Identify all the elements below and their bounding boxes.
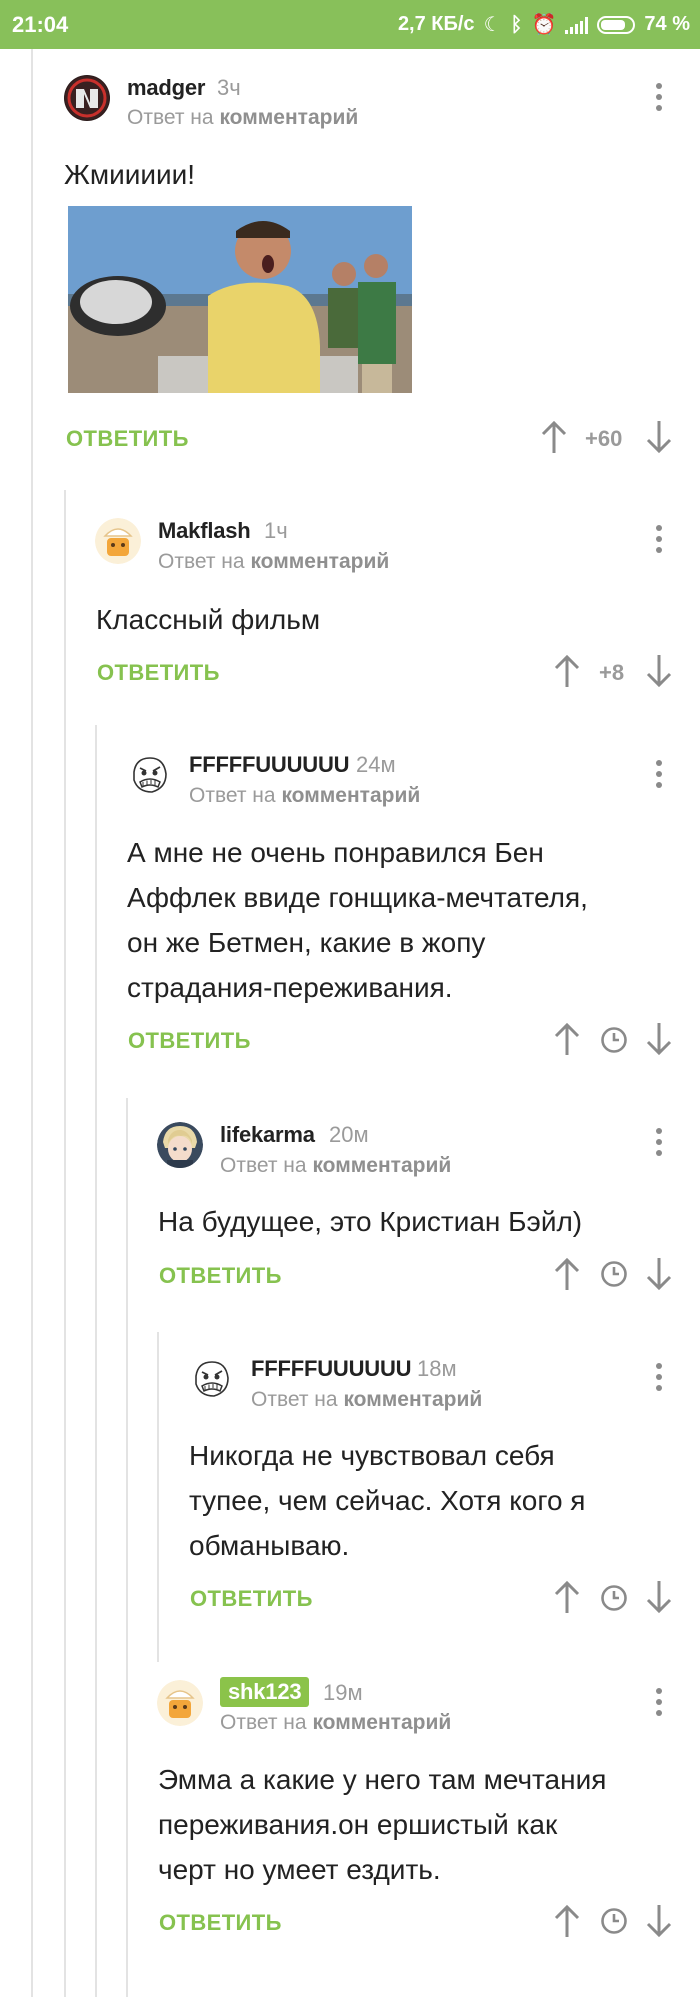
thread-line xyxy=(31,49,33,1997)
reply-button[interactable]: ОТВЕТИТЬ xyxy=(159,1263,282,1289)
comment-text-line: он же Бетмен, какие в жопу xyxy=(127,927,486,958)
thread-line xyxy=(95,725,97,1997)
upvote-icon[interactable] xyxy=(552,1580,582,1614)
downvote-icon[interactable] xyxy=(644,654,674,688)
reply-to-target[interactable]: комментарий xyxy=(281,784,420,807)
downvote-icon[interactable] xyxy=(644,1257,674,1291)
upvote-icon[interactable] xyxy=(539,420,569,454)
reply-to-link[interactable]: Ответ на комментарий xyxy=(127,106,358,130)
clock-icon xyxy=(601,1585,627,1611)
more-menu-icon[interactable] xyxy=(654,1363,664,1391)
comment-time: 18м xyxy=(417,1356,457,1381)
reply-to-prefix: Ответ на xyxy=(127,106,214,129)
upvote-icon[interactable] xyxy=(552,654,582,688)
comment-score: +8 xyxy=(599,660,625,685)
status-bar: 21:04 2,7 КБ/с ☾ ᛒ ⏰ 74 % xyxy=(0,0,700,49)
reply-to-link[interactable]: Ответ на комментарий xyxy=(220,1711,451,1735)
comment-text-line: Никогда не чувствовал себя xyxy=(189,1440,555,1471)
comment-text-line: Аффлек ввиде гонщика-мечтателя, xyxy=(127,882,588,913)
clock-icon xyxy=(601,1027,627,1053)
status-time: 21:04 xyxy=(12,11,69,37)
comment-time: 1ч xyxy=(264,518,288,543)
comment-time: 20м xyxy=(329,1122,369,1147)
comment-text: Жмиииии! xyxy=(64,159,196,190)
comment-text-line: тупее, чем сейчас. Хотя кого я xyxy=(189,1485,586,1516)
battery-level: 74 % xyxy=(644,13,690,35)
reply-button[interactable]: ОТВЕТИТЬ xyxy=(66,426,189,452)
comment-time: 24м xyxy=(356,752,396,777)
comment-text-line: А мне не очень понравился Бен xyxy=(127,837,544,868)
avatar[interactable] xyxy=(157,1680,203,1726)
username-badge[interactable]: shk123 xyxy=(220,1677,310,1707)
reply-to-target[interactable]: комментарий xyxy=(312,1154,451,1177)
reply-to-link[interactable]: Ответ на комментарий xyxy=(158,550,389,574)
moon-icon: ☾ xyxy=(483,13,502,36)
comment-score: +60 xyxy=(585,426,623,451)
reply-to-target[interactable]: комментарий xyxy=(250,550,389,573)
upvote-icon[interactable] xyxy=(552,1904,582,1938)
username[interactable]: FFFFFUUUUUU xyxy=(189,752,350,778)
username[interactable]: Makflash xyxy=(158,518,251,544)
downvote-icon[interactable] xyxy=(644,1580,674,1614)
reply-to-link[interactable]: Ответ на комментарий xyxy=(189,784,420,808)
reply-to-target[interactable]: комментарий xyxy=(219,106,358,129)
avatar[interactable] xyxy=(157,1122,203,1168)
username[interactable]: lifekarma xyxy=(220,1122,315,1148)
more-menu-icon[interactable] xyxy=(654,83,664,111)
reply-button[interactable]: ОТВЕТИТЬ xyxy=(190,1586,313,1612)
clock-icon xyxy=(601,1908,627,1934)
more-menu-icon[interactable] xyxy=(654,1688,664,1716)
signal-icon xyxy=(565,16,589,34)
downvote-icon[interactable] xyxy=(644,420,674,454)
reply-to-prefix: Ответ на xyxy=(220,1711,307,1734)
reply-button[interactable]: ОТВЕТИТЬ xyxy=(159,1910,282,1936)
reply-to-link[interactable]: Ответ на комментарий xyxy=(220,1154,451,1178)
thread-line xyxy=(126,1098,128,1997)
reply-button[interactable]: ОТВЕТИТЬ xyxy=(128,1028,251,1054)
comment-time: 19м xyxy=(323,1680,363,1705)
network-speed: 2,7 КБ/с xyxy=(397,13,475,35)
reply-to-prefix: Ответ на xyxy=(189,784,276,807)
username[interactable]: madger xyxy=(127,75,205,101)
avatar[interactable] xyxy=(64,75,110,121)
downvote-icon[interactable] xyxy=(644,1022,674,1056)
reply-button[interactable]: ОТВЕТИТЬ xyxy=(97,660,220,686)
comment-text-line: страдания-переживания. xyxy=(127,972,453,1003)
avatar[interactable] xyxy=(126,752,172,798)
reply-to-target[interactable]: комментарий xyxy=(312,1711,451,1734)
reply-to-prefix: Ответ на xyxy=(158,550,245,573)
comment-text: А мне не очень понравился Бен Аффлек вви… xyxy=(127,830,588,1010)
comment-text-line: обманываю. xyxy=(189,1530,350,1561)
more-menu-icon[interactable] xyxy=(654,1128,664,1156)
comment-image[interactable] xyxy=(68,206,412,393)
avatar[interactable] xyxy=(95,518,141,564)
comment-text: Эмма а какие у него там мечтания пережив… xyxy=(158,1757,606,1892)
comment-text: На будущее, это Кристиан Бэйл) xyxy=(158,1206,583,1237)
comment-text: Никогда не чувствовал себя тупее, чем се… xyxy=(189,1433,585,1568)
reply-to-link[interactable]: Ответ на комментарий xyxy=(251,1388,482,1412)
reply-to-prefix: Ответ на xyxy=(220,1154,307,1177)
downvote-icon[interactable] xyxy=(644,1904,674,1938)
alarm-icon: ⏰ xyxy=(531,13,557,36)
upvote-icon[interactable] xyxy=(552,1022,582,1056)
comment-time: 3ч xyxy=(217,75,241,100)
avatar[interactable] xyxy=(188,1356,234,1402)
thread-line xyxy=(64,490,66,1997)
comment-text-line: Эмма а какие у него там мечтания xyxy=(158,1764,607,1795)
reply-to-prefix: Ответ на xyxy=(251,1388,338,1411)
thread-line xyxy=(157,1332,159,1662)
clock-icon xyxy=(601,1261,627,1287)
upvote-icon[interactable] xyxy=(552,1257,582,1291)
comment-text: Классный фильм xyxy=(96,604,321,635)
reply-to-target[interactable]: комментарий xyxy=(343,1388,482,1411)
battery-icon xyxy=(597,15,636,34)
username[interactable]: FFFFFUUUUUU xyxy=(251,1356,412,1382)
comment-text-line: переживания.он ершистый как xyxy=(158,1809,558,1840)
comment-text-line: черт но умеет ездить. xyxy=(158,1854,441,1885)
bluetooth-icon: ᛒ xyxy=(510,13,523,36)
more-menu-icon[interactable] xyxy=(654,760,664,788)
more-menu-icon[interactable] xyxy=(654,525,664,553)
